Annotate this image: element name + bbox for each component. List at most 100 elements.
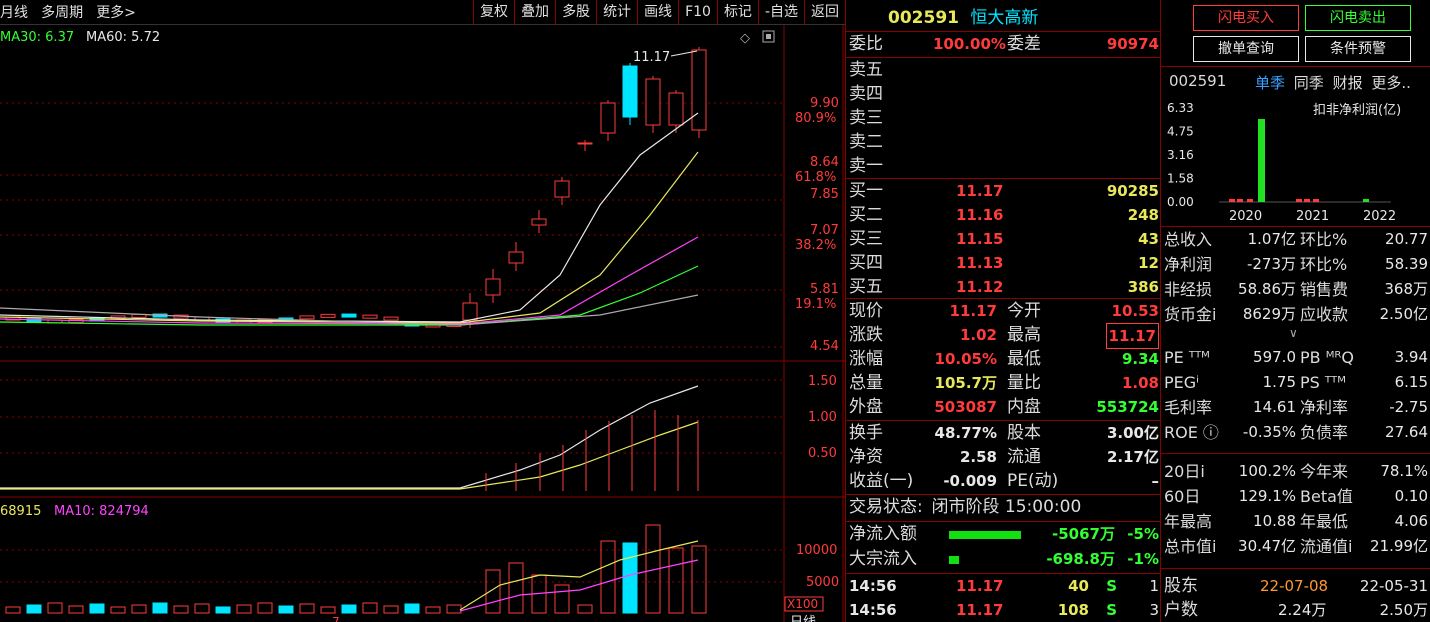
volume-tick: 10000 bbox=[796, 543, 837, 558]
profit-bar bbox=[1304, 199, 1310, 202]
bid-volume: 12 bbox=[1138, 254, 1159, 272]
bid-level[interactable]: 买四 11.13 12 bbox=[849, 251, 1159, 275]
bid-label: 买二 bbox=[849, 205, 883, 225]
toolbar-multi-stock[interactable]: 多股 bbox=[555, 0, 596, 24]
volume-ma-line bbox=[459, 559, 699, 612]
bid-level[interactable]: 买一 11.17 90285 bbox=[849, 179, 1159, 203]
flow-label: 净流入额 bbox=[849, 524, 917, 544]
tab-single-quarter[interactable]: 单季 bbox=[1255, 74, 1285, 92]
quote-label: 内盘 bbox=[1007, 397, 1041, 417]
volume-bar bbox=[278, 605, 294, 614]
ask-level[interactable]: 卖四 bbox=[849, 82, 883, 106]
flash-sell-button[interactable]: 闪电卖出 bbox=[1305, 5, 1411, 31]
holders-label: 股东 bbox=[1164, 576, 1198, 596]
period-tab[interactable]: 日线 bbox=[790, 615, 816, 622]
volume-pane bbox=[5, 524, 707, 614]
toolbar-restore-rights[interactable]: 复权 bbox=[473, 0, 514, 24]
candle bbox=[554, 180, 570, 198]
weicha-label: 委差 bbox=[1007, 34, 1041, 54]
fin-row: 净利润 -273万 环比% 58.39 bbox=[1164, 252, 1428, 277]
toolbar-back[interactable]: 返回 bbox=[804, 0, 845, 24]
bid-level[interactable]: 买三 11.15 43 bbox=[849, 227, 1159, 251]
holders-row: 股东 22-07-08 22-05-31 bbox=[1164, 574, 1428, 598]
condition-alert-button[interactable]: 条件预警 bbox=[1305, 36, 1411, 62]
indicator-tick: 0.50 bbox=[808, 446, 837, 461]
fin-value: -0.35% bbox=[1242, 423, 1296, 441]
tab-same-quarter[interactable]: 同季 bbox=[1294, 74, 1324, 92]
pct-tick: 38.2% bbox=[795, 238, 836, 253]
quote-panel: 002591 恒大高新 委比 100.00% 委差 90974 卖五 卖四 卖三… bbox=[846, 0, 1160, 622]
fin-label: 今年来 bbox=[1300, 462, 1349, 481]
fundamentals-row: 收益(一) -0.009 PE(动) – bbox=[849, 469, 1159, 493]
candle bbox=[600, 102, 616, 134]
candle bbox=[645, 78, 661, 126]
pct-tick: 80.9% bbox=[795, 111, 836, 126]
period-controls: 月线 多周期 更多> bbox=[0, 2, 136, 22]
volume-bar bbox=[320, 606, 336, 614]
candle bbox=[383, 316, 399, 321]
volume-bar bbox=[5, 606, 21, 614]
volume-bar bbox=[341, 604, 357, 614]
fin-row: ROE ⓘ -0.35% 负债率 27.64 bbox=[1164, 420, 1428, 445]
volume-ma10: MA10: 824794 bbox=[54, 504, 149, 519]
quote-value: 1.02 bbox=[959, 326, 997, 344]
tab-report[interactable]: 财报 bbox=[1333, 74, 1363, 92]
tab-more[interactable]: 更多.. bbox=[1371, 74, 1411, 92]
fin-value: 129.1% bbox=[1238, 487, 1296, 505]
kline-chart[interactable]: 9.9080.9% 8.6461.8% 7.85 7.0738.2% 5.8119.1%… bbox=[0, 25, 845, 622]
ask-level[interactable]: 卖三 bbox=[849, 106, 883, 130]
more-periods[interactable]: 更多> bbox=[96, 5, 136, 21]
bid-level[interactable]: 买二 11.16 248 bbox=[849, 203, 1159, 227]
period-monthly[interactable]: 月线 bbox=[0, 5, 28, 21]
ask-level[interactable]: 卖五 bbox=[849, 58, 883, 82]
tick-list[interactable]: 14:56 11.17 40 S 1 14:56 11.17 108 S 3 bbox=[849, 574, 1159, 622]
fin-row: 毛利率 14.61 净利率 -2.75 bbox=[1164, 395, 1428, 420]
ask-level[interactable]: 卖一 bbox=[849, 154, 883, 178]
quote-row: 外盘 503087 内盘 553724 bbox=[849, 395, 1159, 419]
toolbar-overlay[interactable]: 叠加 bbox=[514, 0, 555, 24]
volume-bar bbox=[299, 603, 315, 614]
volume-tick: 5000 bbox=[806, 575, 839, 590]
candles bbox=[5, 47, 707, 328]
stock-name: 恒大高新 bbox=[970, 8, 1039, 28]
toolbar-mark[interactable]: 标记 bbox=[716, 0, 758, 24]
fin-value: -273万 bbox=[1246, 255, 1296, 273]
cancel-query-button[interactable]: 撤单查询 bbox=[1193, 36, 1299, 62]
fin-value: 0.10 bbox=[1394, 487, 1428, 505]
fin-value: 1.07亿 bbox=[1247, 230, 1296, 248]
toolbar-f10[interactable]: F10 bbox=[678, 0, 717, 24]
price-tick: 5.81 bbox=[810, 282, 839, 297]
flow-label: 大宗流入 bbox=[849, 549, 917, 569]
volume-bar bbox=[89, 603, 105, 614]
bid-label: 买五 bbox=[849, 277, 883, 297]
flash-buy-button[interactable]: 闪电买入 bbox=[1193, 5, 1299, 31]
fin-label: 毛利率 bbox=[1164, 398, 1213, 417]
fundamentals-row: 换手 48.77% 股本 3.00亿 bbox=[849, 421, 1159, 445]
fin-label: 货币金i bbox=[1164, 305, 1217, 324]
fundamentals-label: 收益(一) bbox=[849, 471, 914, 491]
candle bbox=[668, 92, 684, 126]
fin-row: 总收入 1.07亿 环比% 20.77 bbox=[1164, 227, 1428, 252]
toolbar-remove-watchlist[interactable]: -自选 bbox=[757, 0, 804, 24]
fin-value: 78.1% bbox=[1380, 462, 1428, 480]
fundamentals-value: 48.77% bbox=[934, 424, 997, 442]
candle bbox=[362, 314, 378, 319]
performance-table: 20日i 100.2% 今年来 78.1% 60日 129.1% Beta值 0… bbox=[1164, 459, 1428, 559]
toolbar-statistics[interactable]: 统计 bbox=[596, 0, 637, 24]
fundamentals-value: 2.58 bbox=[959, 448, 997, 466]
diamond-icon[interactable]: ◇ bbox=[740, 31, 750, 46]
ask-level[interactable]: 卖二 bbox=[849, 130, 883, 154]
quote-row: 总量 105.7万 量比 1.08 bbox=[849, 371, 1159, 395]
profit-bar bbox=[1313, 199, 1319, 202]
bid-level[interactable]: 买五 11.12 386 bbox=[849, 275, 1159, 299]
price-tick: 7.07 bbox=[810, 223, 839, 238]
profit-y-tick: 0.00 bbox=[1167, 195, 1194, 209]
volume-bar bbox=[110, 606, 126, 614]
chevron-down-icon[interactable]: ∨ bbox=[1289, 326, 1298, 340]
multi-period[interactable]: 多周期 bbox=[41, 5, 83, 21]
fin-value: 1.75 bbox=[1262, 373, 1296, 391]
fin-value: 27.64 bbox=[1385, 423, 1428, 441]
price-tick: 9.90 bbox=[810, 96, 839, 111]
bid-label: 买一 bbox=[849, 181, 883, 201]
toolbar-draw[interactable]: 画线 bbox=[637, 0, 678, 24]
